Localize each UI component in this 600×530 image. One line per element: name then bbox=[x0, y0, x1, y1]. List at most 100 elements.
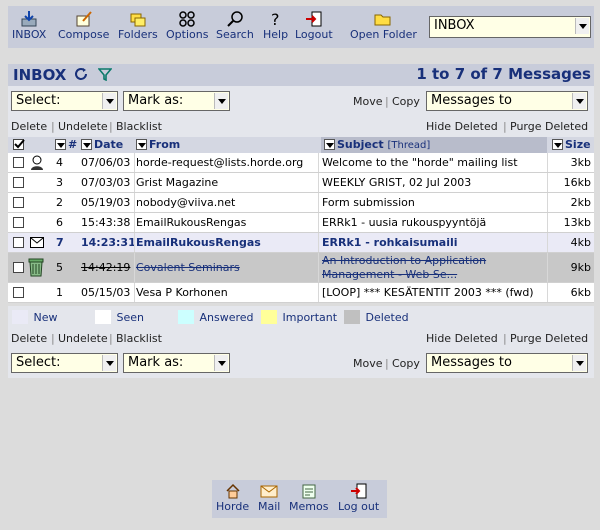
message-from[interactable]: EmailRukousRengas bbox=[136, 236, 261, 249]
message-row[interactable]: 2 05/19/03 nobody@viiva.net Form submiss… bbox=[8, 193, 594, 213]
separator: | bbox=[51, 120, 55, 133]
help-icon: ? bbox=[271, 10, 280, 28]
undelete-link[interactable]: Undelete bbox=[58, 332, 108, 345]
chevron-down-icon bbox=[572, 355, 586, 371]
message-checkbox[interactable] bbox=[13, 237, 24, 248]
mailbox-header: INBOX 1 to 7 of 7 Messages bbox=[8, 64, 594, 86]
mark-as-dropdown[interactable]: Mark as: bbox=[123, 91, 230, 111]
select-all-checkbox[interactable] bbox=[13, 139, 25, 150]
message-subject[interactable]: ERRk1 - rohkaisumaili bbox=[322, 236, 458, 249]
select-dropdown[interactable]: Select: bbox=[11, 91, 118, 111]
top-controls: Select: Mark as: Move | Copy Messages to… bbox=[8, 86, 594, 137]
select-dropdown[interactable]: Select: bbox=[11, 353, 118, 373]
blacklist-link[interactable]: Blacklist bbox=[116, 332, 162, 345]
message-checkbox[interactable] bbox=[13, 177, 24, 188]
separator: | bbox=[109, 120, 113, 133]
swatch bbox=[261, 310, 277, 324]
swatch bbox=[12, 310, 28, 324]
check-icon bbox=[14, 139, 25, 149]
hide-deleted-link[interactable]: Hide Deleted bbox=[426, 120, 498, 133]
purge-deleted-link[interactable]: Purge Deleted bbox=[510, 332, 588, 345]
messages-to-dropdown[interactable]: Messages to bbox=[426, 353, 588, 373]
message-subject[interactable]: ERRk1 - uusia rukouspyyntöjä bbox=[322, 216, 486, 229]
message-row[interactable]: 7 14:23:31 EmailRukousRengas ERRk1 - roh… bbox=[8, 233, 594, 253]
sort-arrow-icon bbox=[136, 139, 147, 150]
purge-deleted-link[interactable]: Purge Deleted bbox=[510, 120, 588, 133]
sort-size-header[interactable]: Size bbox=[552, 138, 591, 151]
message-from[interactable]: nobody@viiva.net bbox=[136, 196, 235, 209]
message-subject[interactable]: [LOOP] *** KESÄTENTIT 2003 *** (fwd) bbox=[322, 286, 534, 299]
message-checkbox[interactable] bbox=[13, 287, 24, 298]
message-subject[interactable]: An Introduction to Application Management… bbox=[322, 254, 486, 282]
legend-deleted: Deleted bbox=[344, 310, 409, 324]
thread-link[interactable]: [Thread] bbox=[387, 140, 430, 151]
separator: | bbox=[51, 332, 55, 345]
message-row[interactable]: 5 14:42:19 Covalent Seminars An Introduc… bbox=[8, 253, 594, 283]
message-checkbox[interactable] bbox=[13, 197, 24, 208]
compose-icon bbox=[76, 11, 92, 27]
folders-button[interactable]: Folders bbox=[118, 8, 158, 41]
message-row[interactable]: 4 07/06/03 horde-request@lists.horde.org… bbox=[8, 153, 594, 173]
trash-icon bbox=[28, 258, 44, 277]
chevron-down-icon bbox=[102, 355, 116, 371]
message-row[interactable]: 6 15:43:38 EmailRukousRengas ERRk1 - uus… bbox=[8, 213, 594, 233]
swatch bbox=[344, 310, 360, 324]
memo-icon bbox=[302, 484, 316, 499]
refresh-icon[interactable] bbox=[74, 67, 89, 82]
hide-deleted-link[interactable]: Hide Deleted bbox=[426, 332, 498, 345]
copy-link[interactable]: Copy bbox=[392, 357, 420, 370]
logout-icon bbox=[305, 11, 322, 27]
messages-to-dropdown[interactable]: Messages to bbox=[426, 91, 588, 111]
message-subject[interactable]: Form submission bbox=[322, 196, 415, 209]
message-checkbox[interactable] bbox=[13, 157, 24, 168]
folder-select[interactable]: INBOX bbox=[429, 16, 591, 38]
message-from[interactable]: Vesa P Korhonen bbox=[136, 286, 228, 299]
separator: | bbox=[503, 120, 507, 133]
move-link[interactable]: Move bbox=[353, 95, 383, 108]
sort-arrow-icon bbox=[55, 139, 66, 150]
sort-from-header[interactable]: From bbox=[136, 138, 180, 151]
message-from[interactable]: Covalent Seminars bbox=[136, 261, 240, 274]
delete-link[interactable]: Delete bbox=[11, 332, 47, 345]
mail-button[interactable]: Mail bbox=[258, 483, 280, 513]
message-subject[interactable]: WEEKLY GRIST, 02 Jul 2003 bbox=[322, 176, 471, 189]
chevron-down-icon bbox=[572, 93, 586, 109]
search-icon bbox=[227, 11, 243, 27]
message-checkbox[interactable] bbox=[13, 262, 24, 273]
legend-new: New bbox=[12, 310, 58, 324]
message-count: 1 to 7 of 7 Messages bbox=[416, 65, 591, 83]
memos-button[interactable]: Memos bbox=[289, 483, 328, 513]
search-button[interactable]: Search bbox=[216, 8, 254, 41]
horde-button[interactable]: Horde bbox=[216, 483, 249, 513]
message-subject[interactable]: Welcome to the "horde" mailing list bbox=[322, 156, 518, 169]
help-button[interactable]: ? Help bbox=[263, 8, 288, 41]
message-row[interactable]: 1 05/15/03 Vesa P Korhonen [LOOP] *** KE… bbox=[8, 283, 594, 303]
undelete-link[interactable]: Undelete bbox=[58, 120, 108, 133]
blacklist-link[interactable]: Blacklist bbox=[116, 120, 162, 133]
filter-icon[interactable] bbox=[98, 68, 112, 81]
message-row[interactable]: 3 07/03/03 Grist Magazine WEEKLY GRIST, … bbox=[8, 173, 594, 193]
inbox-button[interactable]: INBOX bbox=[12, 8, 46, 41]
message-checkbox[interactable] bbox=[13, 217, 24, 228]
message-from[interactable]: Grist Magazine bbox=[136, 176, 218, 189]
chevron-down-icon bbox=[214, 355, 228, 371]
move-link[interactable]: Move bbox=[353, 357, 383, 370]
logout-button[interactable]: Logout bbox=[295, 8, 333, 41]
delete-link[interactable]: Delete bbox=[11, 120, 47, 133]
open-folder-button[interactable]: Open Folder bbox=[350, 8, 417, 41]
mark-as-dropdown[interactable]: Mark as: bbox=[123, 353, 230, 373]
options-button[interactable]: Options bbox=[166, 8, 208, 41]
sort-subject-header[interactable]: Subject [Thread] bbox=[321, 137, 547, 153]
inbox-icon bbox=[21, 11, 37, 27]
swatch bbox=[178, 310, 194, 324]
chevron-down-icon bbox=[214, 93, 228, 109]
legend-important: Important bbox=[261, 310, 337, 324]
sort-date-header[interactable]: Date bbox=[81, 138, 123, 151]
person-icon bbox=[31, 155, 43, 170]
sort-num-header[interactable]: # bbox=[55, 138, 77, 151]
message-from[interactable]: horde-request@lists.horde.org bbox=[136, 156, 303, 169]
copy-link[interactable]: Copy bbox=[392, 95, 420, 108]
logout-footer-button[interactable]: Log out bbox=[338, 483, 379, 513]
message-from[interactable]: EmailRukousRengas bbox=[136, 216, 246, 229]
compose-button[interactable]: Compose bbox=[58, 8, 109, 41]
